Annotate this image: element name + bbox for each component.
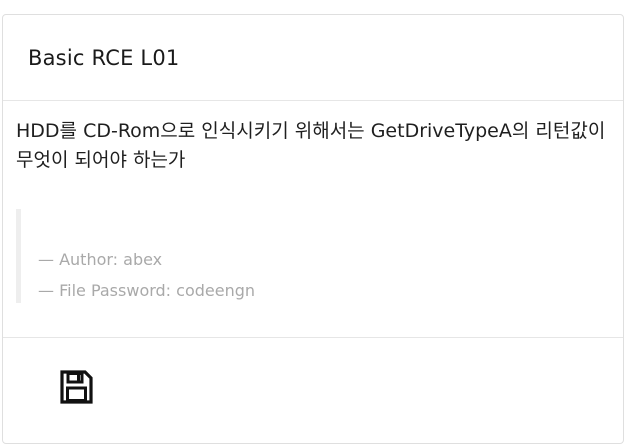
floppy-disk-icon[interactable] (59, 370, 93, 404)
file-password-line: — File Password: codeengn (38, 281, 256, 300)
challenge-card: Basic RCE L01 HDD를 CD-Rom으로 인식시키기 위해서는 G… (2, 14, 624, 444)
card-footer (3, 338, 623, 438)
card-header: Basic RCE L01 (3, 15, 623, 101)
card-body: HDD를 CD-Rom으로 인식시키기 위해서는 GetDriveTypeA의 … (3, 101, 623, 338)
card-title: Basic RCE L01 (28, 45, 180, 70)
author-line: — Author: abex (38, 250, 163, 269)
challenge-meta-blockquote: — Author: abex — File Password: codeengn (16, 209, 610, 303)
challenge-question: HDD를 CD-Rom으로 인식시키기 위해서는 GetDriveTypeA의 … (16, 120, 606, 171)
